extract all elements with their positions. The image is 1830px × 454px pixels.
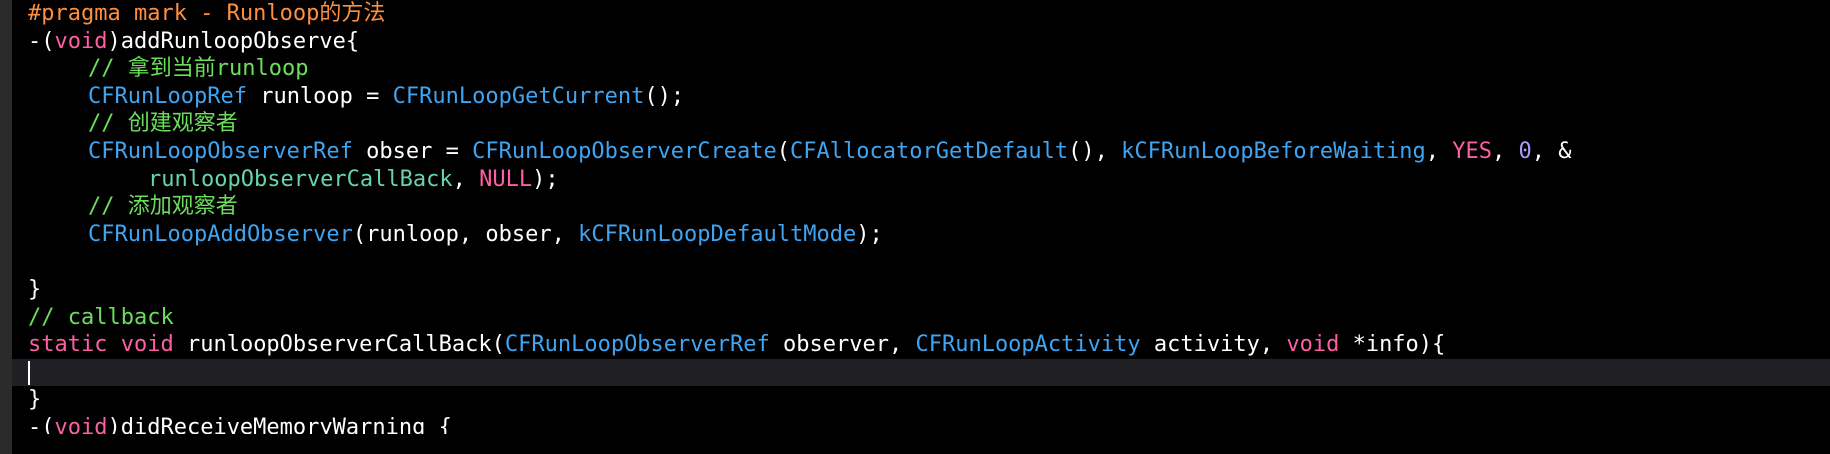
code-token-ty: CFRunLoopRef — [88, 83, 247, 109]
code-line[interactable]: -(void)addRunloopObserve{ — [28, 28, 1830, 56]
code-token-fn: CFAllocatorGetDefault — [790, 138, 1069, 164]
code-token-pl: -( — [28, 28, 55, 54]
code-token-pl: ( — [776, 138, 791, 164]
code-line[interactable] — [28, 248, 1830, 276]
code-token-fn: kCFRunLoopDefaultMode — [578, 221, 857, 247]
code-line[interactable]: } — [28, 386, 1830, 414]
code-line[interactable]: // 创建观察者 — [28, 110, 1830, 138]
code-token-pl: } — [28, 387, 42, 413]
code-token-pl: (); — [644, 83, 685, 109]
code-token-cmt: // callback — [28, 304, 174, 330]
code-token-pp: #pragma mark - Runloop的方法 — [28, 1, 386, 26]
code-token-pl: } — [28, 276, 42, 302]
code-token-cmt: // 拿到当前runloop — [88, 56, 309, 82]
code-token-fn: CFRunLoopGetCurrent — [392, 83, 645, 109]
code-token-fn: kCFRunLoopBeforeWaiting — [1121, 138, 1426, 164]
code-token-kw: void — [54, 414, 108, 434]
code-token-kw: void — [54, 28, 108, 54]
code-token-pl: runloop = — [246, 83, 393, 109]
code-token-pl: , — [1425, 138, 1453, 164]
code-token-pl: observer, — [769, 332, 916, 358]
code-token-pl: ); — [532, 166, 559, 192]
code-line[interactable]: runloopObserverCallBack, NULL); — [28, 166, 1830, 194]
code-token-pl: (), — [1068, 138, 1122, 164]
code-token-pl: , — [1492, 138, 1519, 164]
code-token-ty: CFRunLoopObserverRef — [504, 332, 770, 358]
code-line[interactable]: // callback — [28, 304, 1830, 332]
code-line[interactable]: CFRunLoopAddObserver(runloop, obser, kCF… — [28, 221, 1830, 249]
code-token-pl: ); — [856, 221, 883, 247]
code-line[interactable]: CFRunLoopObserverRef obser = CFRunLoopOb… — [28, 138, 1830, 166]
code-token-pl: (runloop, obser, — [352, 221, 579, 247]
code-line[interactable]: #pragma mark - Runloop的方法 — [28, 0, 1830, 28]
code-token-pl: , & — [1531, 138, 1572, 164]
code-token-pl: *info){ — [1339, 332, 1446, 358]
code-token-kw: YES — [1452, 138, 1493, 164]
code-token-kw: void — [120, 332, 174, 358]
code-token-kw: static — [28, 332, 108, 358]
code-line[interactable]: -(void)didReceiveMemoryWarning { — [28, 414, 1830, 434]
code-line[interactable]: // 添加观察者 — [28, 193, 1830, 221]
code-token-cmt: // 创建观察者 — [88, 111, 238, 137]
editor-gutter — [0, 0, 12, 454]
code-line[interactable]: static void runloopObserverCallBack(CFRu… — [28, 331, 1830, 359]
code-token-pl: , — [452, 166, 480, 192]
code-token-pl: )didReceiveMemoryWarning { — [107, 414, 452, 434]
code-token-pl: obser = — [352, 138, 473, 164]
code-token-kw: NULL — [479, 166, 533, 192]
code-editor[interactable]: #pragma mark - Runloop的方法 -(void)addRunlo… — [12, 0, 1830, 434]
code-token-fn: CFRunLoopObserverCreate — [472, 138, 777, 164]
code-token-ty: CFRunLoopObserverRef — [88, 138, 353, 164]
code-line[interactable]: } — [28, 276, 1830, 304]
current-line[interactable] — [12, 358, 1830, 387]
code-token-kw: void — [1286, 332, 1340, 358]
code-token-pl: activity, — [1140, 332, 1287, 358]
text-cursor — [28, 360, 30, 385]
code-token-pl: -( — [28, 414, 55, 434]
code-token-ty: CFRunLoopActivity — [915, 332, 1141, 358]
code-token-pl: runloopObserverCallBack( — [173, 332, 505, 358]
code-token-num: 0 — [1518, 138, 1532, 164]
code-line[interactable]: CFRunLoopRef runloop = CFRunLoopGetCurre… — [28, 83, 1830, 111]
code-token-cmt: // 添加观察者 — [88, 194, 238, 220]
code-token-fn: CFRunLoopAddObserver — [88, 221, 353, 247]
code-token-pl: )addRunloopObserve{ — [107, 28, 360, 54]
code-token-user: runloopObserverCallBack — [148, 166, 453, 192]
code-line[interactable]: // 拿到当前runloop — [28, 55, 1830, 83]
